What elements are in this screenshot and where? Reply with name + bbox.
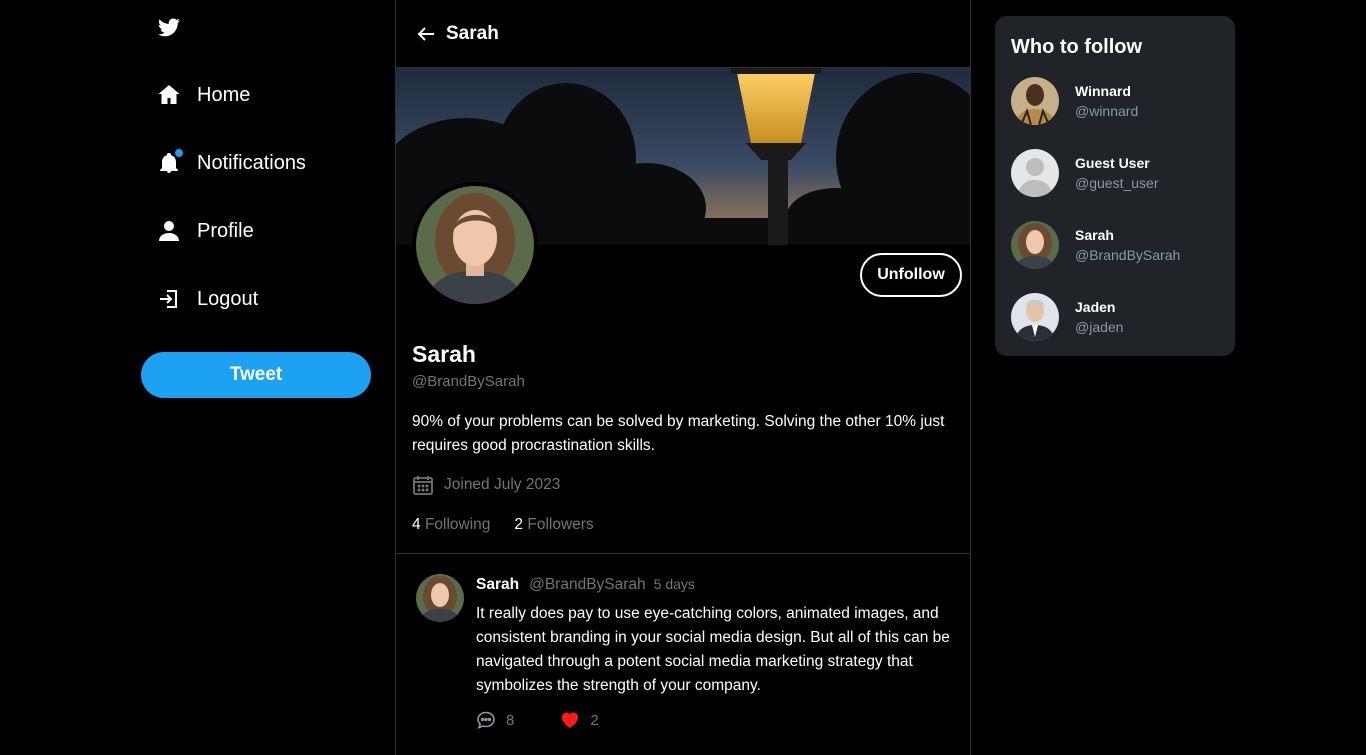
user-icon [157, 219, 181, 243]
followers-link[interactable]: 2 Followers [514, 516, 593, 534]
notification-badge [173, 147, 185, 159]
comment-button[interactable]: 8 [476, 710, 514, 730]
who-to-follow-panel: Who to follow Winnard @winnard Guest Use… [995, 16, 1235, 356]
home-icon [157, 83, 181, 107]
tweet-avatar[interactable] [416, 574, 464, 622]
calendar-icon [413, 476, 433, 495]
suggested-user-handle: @winnard [1075, 103, 1139, 119]
back-arrow-icon[interactable] [416, 24, 436, 44]
avatar [1011, 293, 1059, 341]
panel-title: Who to follow [1011, 36, 1143, 58]
unfollow-button[interactable]: Unfollow [860, 253, 962, 297]
profile-handle: @BrandBySarah [412, 373, 525, 390]
joined-text: Joined July 2023 [444, 476, 561, 493]
following-count: 4 [412, 516, 421, 533]
tweet-timestamp: 5 days [653, 576, 695, 592]
page-title: Sarah [446, 22, 499, 44]
profile-bio: 90% of your problems can be solved by ma… [412, 413, 945, 454]
avatar [1011, 149, 1059, 197]
suggested-user-handle: @guest_user [1075, 175, 1159, 191]
heart-icon [562, 712, 579, 728]
suggested-user-name: Sarah [1075, 227, 1114, 243]
like-count: 2 [590, 711, 599, 729]
nav-item-notifications[interactable]: Notifications [157, 147, 306, 178]
tweet-text: It really does pay to use eye-catching c… [476, 605, 950, 694]
divider [396, 553, 970, 554]
bell-icon [157, 147, 185, 175]
suggested-user[interactable]: Sarah @BrandBySarah [1011, 220, 1221, 270]
profile-avatar[interactable] [412, 182, 538, 308]
suggested-user[interactable]: Guest User @guest_user [1011, 148, 1221, 198]
avatar [1011, 221, 1059, 269]
avatar [1011, 77, 1059, 125]
like-button[interactable]: 2 [560, 710, 599, 730]
following-label: Following [424, 516, 491, 533]
nav-item-home[interactable]: Home [157, 80, 250, 110]
nav-item-logout[interactable]: Logout [157, 284, 258, 314]
suggested-user-name: Guest User [1075, 155, 1150, 171]
tweet-actions: 8 2 [476, 710, 645, 730]
joined-date: Joined July 2023 [412, 474, 560, 496]
comment-icon [477, 711, 495, 729]
twitter-logo-icon[interactable] [157, 16, 181, 40]
follow-stats: 4 Following 2 Followers [412, 516, 618, 534]
nav-item-label: Notifications [197, 151, 306, 174]
nav-item-profile[interactable]: Profile [157, 216, 254, 246]
followers-label: Followers [527, 516, 594, 533]
suggested-user[interactable]: Jaden @jaden [1011, 292, 1221, 342]
logout-icon [157, 287, 181, 311]
tweet-author-handle[interactable]: @BrandBySarah [529, 576, 646, 594]
suggested-user-name: Winnard [1075, 83, 1131, 99]
nav-item-label: Logout [197, 287, 259, 310]
suggested-user-handle: @BrandBySarah [1075, 247, 1181, 263]
nav-item-label: Profile [197, 219, 254, 242]
suggested-user-handle: @jaden [1075, 319, 1124, 335]
comment-count: 8 [506, 711, 515, 729]
followers-count: 2 [514, 516, 524, 533]
nav-item-label: Home [197, 83, 251, 106]
profile-column: Sarah Unfollow Sarah @BrandBySarah 90% o… [395, 0, 971, 755]
suggested-user-name: Jaden [1075, 299, 1116, 315]
tweet-button[interactable]: Tweet [141, 352, 371, 398]
following-link[interactable]: 4 Following [412, 516, 490, 534]
suggested-user[interactable]: Winnard @winnard [1011, 76, 1221, 126]
page-header: Sarah [396, 0, 970, 68]
tweet-author-name[interactable]: Sarah [476, 576, 519, 594]
profile-name: Sarah [412, 341, 476, 367]
tweet-header: Sarah @BrandBySarah 5 days [476, 576, 695, 594]
